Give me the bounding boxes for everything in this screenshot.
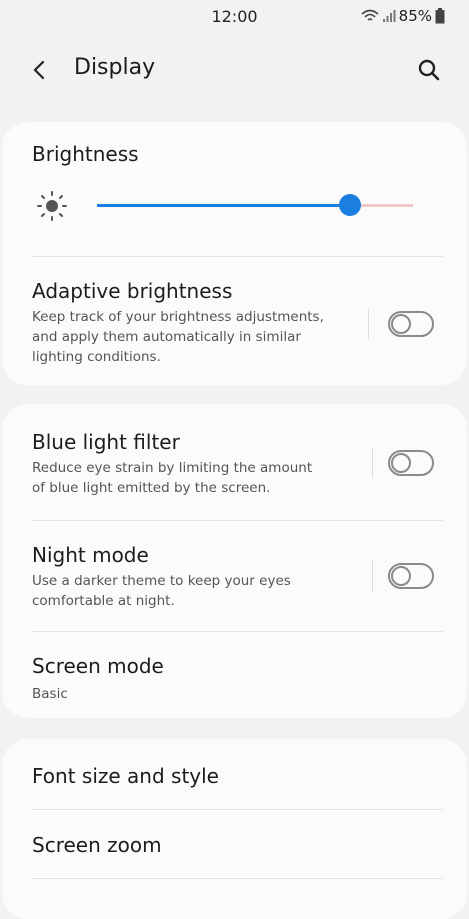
toggle-knob [391,566,411,586]
signal-icon [382,9,396,23]
wifi-icon [361,9,379,23]
adaptive-brightness-row[interactable]: Adaptive brightness Keep track of your b… [2,257,467,385]
blue-light-filter-title: Blue light filter [32,430,180,454]
adaptive-brightness-title: Adaptive brightness [32,279,233,303]
toggle-knob [391,453,411,473]
toggle-knob [391,314,411,334]
divider [32,878,443,879]
night-mode-toggle[interactable] [388,563,434,589]
night-mode-desc-2: comfortable at night. [32,593,175,609]
adaptive-brightness-toggle[interactable] [388,311,434,337]
toggle-separator [372,448,373,478]
sun-icon [37,191,67,221]
font-size-title: Font size and style [32,764,219,788]
blue-light-filter-desc-2: of blue light emitted by the screen. [32,480,271,496]
brightness-slider-thumb[interactable] [338,194,361,216]
night-mode-desc-1: Use a darker theme to keep your eyes [32,573,291,589]
app-bar: Display [0,44,469,94]
adaptive-brightness-desc-3: lighting conditions. [32,349,161,365]
brightness-title: Brightness [32,142,139,166]
back-button[interactable] [26,56,54,84]
font-zoom-card: Font size and style Screen zoom [2,739,467,919]
blue-light-filter-desc-1: Reduce eye strain by limiting the amount [32,460,313,476]
screen-zoom-row[interactable]: Screen zoom [2,810,467,878]
blue-light-filter-toggle[interactable] [388,450,434,476]
night-mode-title: Night mode [32,543,149,567]
back-arrow-icon [33,60,45,80]
toggle-separator [372,561,373,591]
blue-light-filter-row[interactable]: Blue light filter Reduce eye strain by l… [2,404,467,520]
page-title: Display [74,55,156,80]
search-icon [418,59,440,81]
screen-zoom-title: Screen zoom [32,833,162,857]
status-bar: 12:00 85% [0,0,469,34]
search-button[interactable] [415,56,443,84]
adaptive-brightness-desc-2: and apply them automatically in similar [32,329,301,345]
screen-mode-value: Basic [32,686,68,702]
brightness-slider-fill[interactable] [97,204,350,207]
night-mode-row[interactable]: Night mode Use a darker theme to keep yo… [2,521,467,631]
brightness-card: Brightness Adaptive brightness Keep trac… [2,122,467,385]
toggle-separator [368,309,369,339]
battery-icon [435,8,445,24]
display-options-card: Blue light filter Reduce eye strain by l… [2,404,467,718]
status-icons: 85% [361,6,445,26]
adaptive-brightness-desc-1: Keep track of your brightness adjustment… [32,309,324,325]
font-size-row[interactable]: Font size and style [2,739,467,809]
screen-mode-title: Screen mode [32,654,164,678]
screen-mode-row[interactable]: Screen mode Basic [2,632,467,718]
battery-text: 85% [398,7,432,25]
